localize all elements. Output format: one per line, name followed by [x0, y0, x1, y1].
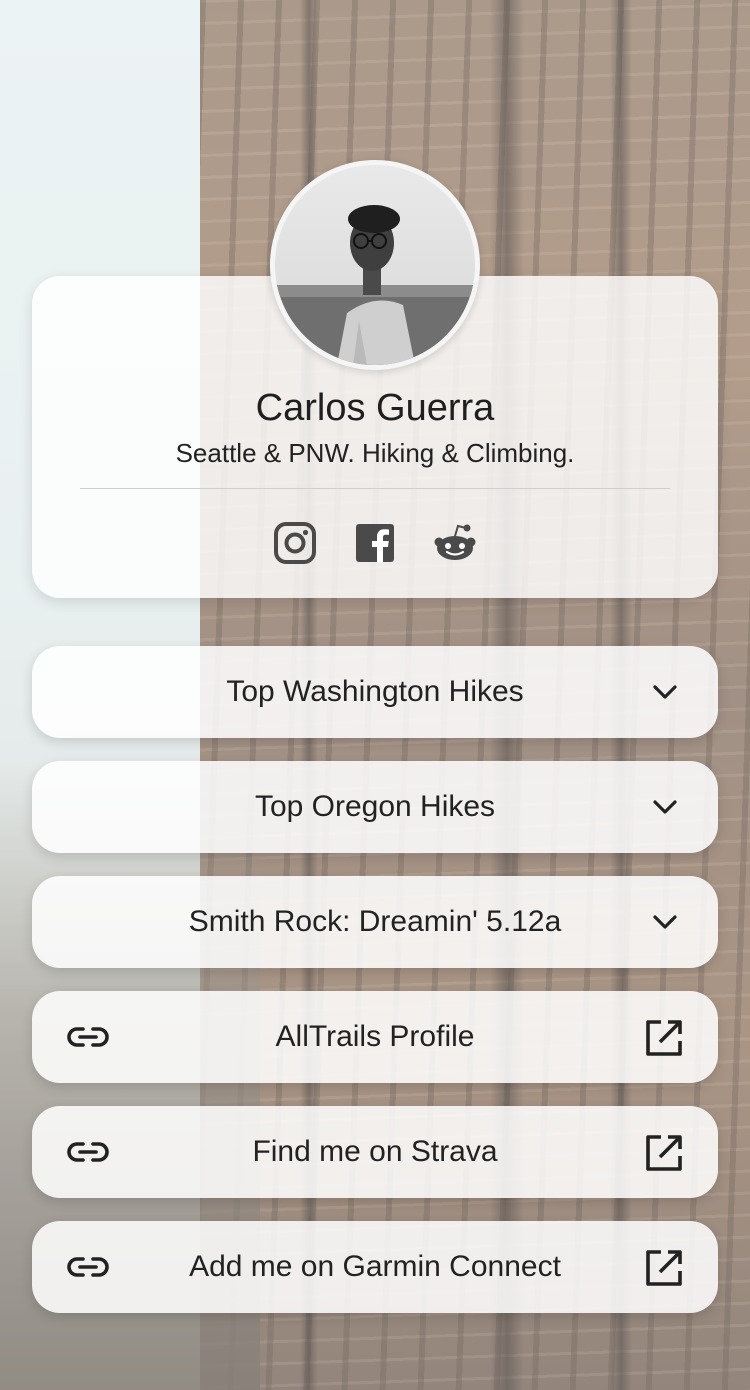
external-link-icon[interactable] — [644, 1018, 684, 1058]
profile-name: Carlos Guerra — [255, 387, 495, 429]
avatar — [270, 160, 480, 370]
link-label: Top Washington Hikes — [226, 675, 524, 708]
chevron-down-icon[interactable] — [650, 677, 680, 707]
link-label: AllTrails Profile — [275, 1020, 475, 1053]
link-alltrails-profile[interactable]: AllTrails Profile — [32, 991, 718, 1083]
chevron-down-icon[interactable] — [650, 792, 680, 822]
external-link-icon[interactable] — [644, 1248, 684, 1288]
link-strava[interactable]: Find me on Strava — [32, 1106, 718, 1198]
reddit-icon[interactable] — [433, 521, 477, 565]
link-top-oregon-hikes[interactable]: Top Oregon Hikes — [32, 761, 718, 853]
link-label: Top Oregon Hikes — [254, 790, 496, 823]
profile-bio: Seattle & PNW. Hiking & Climbing. — [175, 438, 575, 468]
avatar-photo — [275, 165, 475, 365]
link-label: Add me on Garmin Connect — [189, 1250, 561, 1283]
divider — [80, 488, 670, 489]
external-link-icon[interactable] — [644, 1133, 684, 1173]
link-garmin-connect[interactable]: Add me on Garmin Connect — [32, 1221, 718, 1313]
chevron-down-icon[interactable] — [650, 907, 680, 937]
facebook-icon[interactable] — [353, 521, 397, 565]
link-label: Smith Rock: Dreamin' 5.12a — [188, 905, 562, 938]
instagram-icon[interactable] — [273, 521, 317, 565]
link-label: Find me on Strava — [252, 1135, 498, 1168]
social-links — [0, 521, 750, 565]
link-smith-rock[interactable]: Smith Rock: Dreamin' 5.12a — [32, 876, 718, 968]
link-top-washington-hikes[interactable]: Top Washington Hikes — [32, 646, 718, 738]
